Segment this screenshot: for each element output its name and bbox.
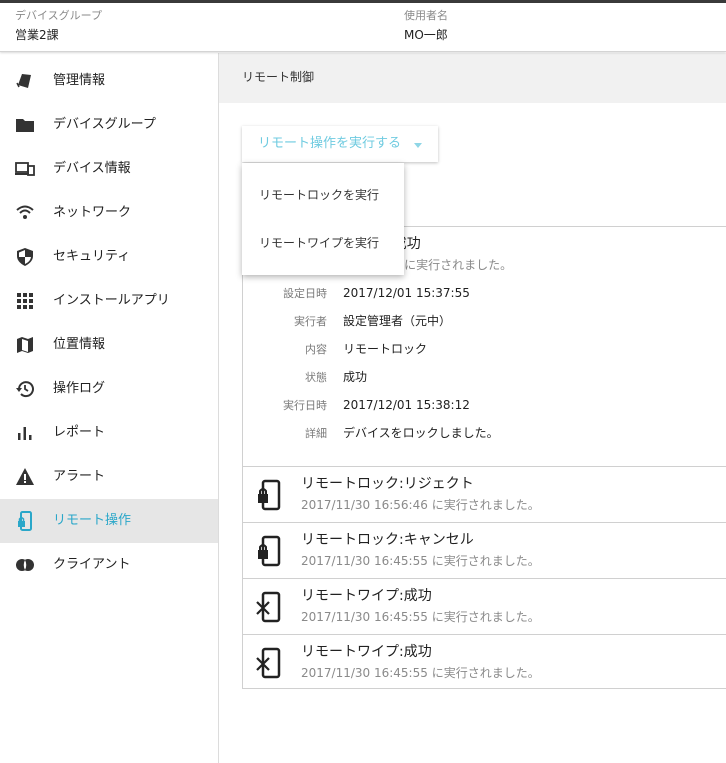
history-item[interactable]: リモートワイプ:成功 2017/11/30 16:45:55 に実行されました。 <box>243 578 726 634</box>
history-item-subtitle: 2017/11/30 16:45:55 に実行されました。 <box>301 610 540 624</box>
execute-remote-operation-label: リモート操作を実行する <box>258 136 402 151</box>
phone-lock-icon <box>255 479 283 511</box>
detail-value: 設定管理者（元中） <box>343 314 452 328</box>
sidebar-item-label: レポート <box>53 425 106 440</box>
detail-row-executor: 実行者 設定管理者（元中） <box>243 312 726 332</box>
operation-history-list: ア:成功 :12 に実行されました。 設定日時 2017/12/01 15:37… <box>242 226 726 689</box>
page-header: リモート制御 <box>219 53 726 103</box>
sidebar-item-device-group[interactable]: デバイスグループ <box>0 103 218 147</box>
detail-row-executed-time: 実行日時 2017/12/01 15:38:12 <box>243 396 726 416</box>
user-field: 使用者名 MO一郎 <box>404 9 448 43</box>
menu-item-label: リモートロックを実行 <box>259 188 380 202</box>
history-item-title: リモートワイプ:成功 <box>301 644 432 660</box>
phone-lock-icon <box>255 535 283 567</box>
caret-down-icon <box>414 143 422 148</box>
phone-lock-icon <box>15 511 35 531</box>
menu-item-remote-lock[interactable]: リモートロックを実行 <box>242 171 404 219</box>
phone-erase-icon <box>255 647 283 679</box>
warning-icon <box>15 467 35 487</box>
sidebar-item-location[interactable]: 位置情報 <box>0 323 218 367</box>
sidebar-item-label: リモート操作 <box>53 513 132 528</box>
sidebar-item-remote-operation[interactable]: リモート操作 <box>0 499 218 543</box>
sidebar-item-operation-log[interactable]: 操作ログ <box>0 367 218 411</box>
phone-erase-icon <box>255 591 283 623</box>
sidebar-item-alert[interactable]: アラート <box>0 455 218 499</box>
history-item-subtitle: 2017/11/30 16:45:55 に実行されました。 <box>301 554 540 568</box>
sidebar-item-label: デバイス情報 <box>53 161 131 176</box>
detail-value: リモートロック <box>343 342 428 356</box>
detail-label: 内容 <box>305 343 327 356</box>
sidebar-item-report[interactable]: レポート <box>0 411 218 455</box>
remote-operation-menu: リモートロックを実行 リモートワイプを実行 <box>242 163 404 275</box>
detail-label: 詳細 <box>305 427 327 440</box>
client-icon <box>15 555 35 575</box>
devices-icon <box>15 159 35 179</box>
sidebar-item-label: インストールアプリ <box>53 293 170 308</box>
sidebar-item-label: クライアント <box>53 557 131 572</box>
menu-item-remote-wipe[interactable]: リモートワイプを実行 <box>242 219 404 267</box>
sidebar-item-label: セキュリティ <box>53 249 131 264</box>
detail-label: 実行日時 <box>283 399 327 412</box>
device-group-value: 営業2課 <box>15 28 59 42</box>
history-icon <box>15 379 35 399</box>
shield-icon <box>15 247 35 267</box>
history-item[interactable]: リモートロック:リジェクト 2017/11/30 16:56:46 に実行されま… <box>243 466 726 522</box>
history-item[interactable]: リモートロック:キャンセル 2017/11/30 16:45:55 に実行されま… <box>243 522 726 578</box>
detail-label: 状態 <box>305 371 327 384</box>
detail-row-details: 詳細 デバイスをロックしました。 <box>243 424 726 444</box>
detail-label: 実行者 <box>294 315 327 328</box>
device-group-label: デバイスグループ <box>15 9 103 22</box>
detail-row-content: 内容 リモートロック <box>243 340 726 360</box>
history-item[interactable]: リモートワイプ:成功 2017/11/30 16:45:55 に実行されました。 <box>243 634 726 690</box>
history-item-title: リモートロック:リジェクト <box>301 476 474 492</box>
detail-value: 成功 <box>343 370 368 384</box>
sidebar-item-device-info[interactable]: デバイス情報 <box>0 147 218 191</box>
folder-icon <box>15 115 35 135</box>
sidebar-item-client[interactable]: クライアント <box>0 543 218 587</box>
apps-grid-icon <box>15 291 35 311</box>
bar-chart-icon <box>15 423 35 443</box>
execute-remote-operation-dropdown[interactable]: リモート操作を実行する <box>242 126 438 162</box>
user-label: 使用者名 <box>404 9 448 22</box>
menu-item-label: リモートワイプを実行 <box>259 236 380 250</box>
sidebar-item-label: ネットワーク <box>53 205 132 220</box>
page-title: リモート制御 <box>242 70 315 84</box>
detail-value: 2017/12/01 15:38:12 <box>343 398 470 412</box>
history-item-subtitle: 2017/11/30 16:56:46 に実行されました。 <box>301 498 540 512</box>
main-content: リモート制御 リモート操作を実行する ア:成功 :12 に実行されました。 設定… <box>219 53 726 763</box>
detail-row-set-time: 設定日時 2017/12/01 15:37:55 <box>243 284 726 304</box>
history-item-title: リモートロック:キャンセル <box>301 532 474 548</box>
detail-label: 設定日時 <box>283 287 327 300</box>
tag-icon <box>15 71 35 91</box>
sidebar-item-label: 操作ログ <box>53 381 106 396</box>
detail-row-status: 状態 成功 <box>243 368 726 388</box>
sidebar-item-management[interactable]: 管理情報 <box>0 59 218 103</box>
map-icon <box>15 335 35 355</box>
device-group-field: デバイスグループ 営業2課 <box>15 9 102 43</box>
header: デバイスグループ 営業2課 使用者名 MO一郎 <box>0 3 726 52</box>
history-item-title: リモートワイプ:成功 <box>301 588 432 604</box>
sidebar-item-label: デバイスグループ <box>53 117 156 132</box>
detail-value: 2017/12/01 15:37:55 <box>343 286 470 300</box>
sidebar-item-label: 管理情報 <box>53 73 106 88</box>
wifi-icon <box>15 203 35 223</box>
sidebar-item-network[interactable]: ネットワーク <box>0 191 218 235</box>
sidebar-item-label: アラート <box>53 469 106 484</box>
sidebar-item-security[interactable]: セキュリティ <box>0 235 218 279</box>
detail-value: デバイスをロックしました。 <box>343 426 499 440</box>
sidebar-item-label: 位置情報 <box>53 337 106 352</box>
sidebar-item-installed-apps[interactable]: インストールアプリ <box>0 279 218 323</box>
sidebar: 管理情報 デバイスグループ デバイス情報 ネットワーク セキュリティ インストー… <box>0 53 219 763</box>
user-value: MO一郎 <box>404 28 448 42</box>
history-item-subtitle: 2017/11/30 16:45:55 に実行されました。 <box>301 666 540 680</box>
